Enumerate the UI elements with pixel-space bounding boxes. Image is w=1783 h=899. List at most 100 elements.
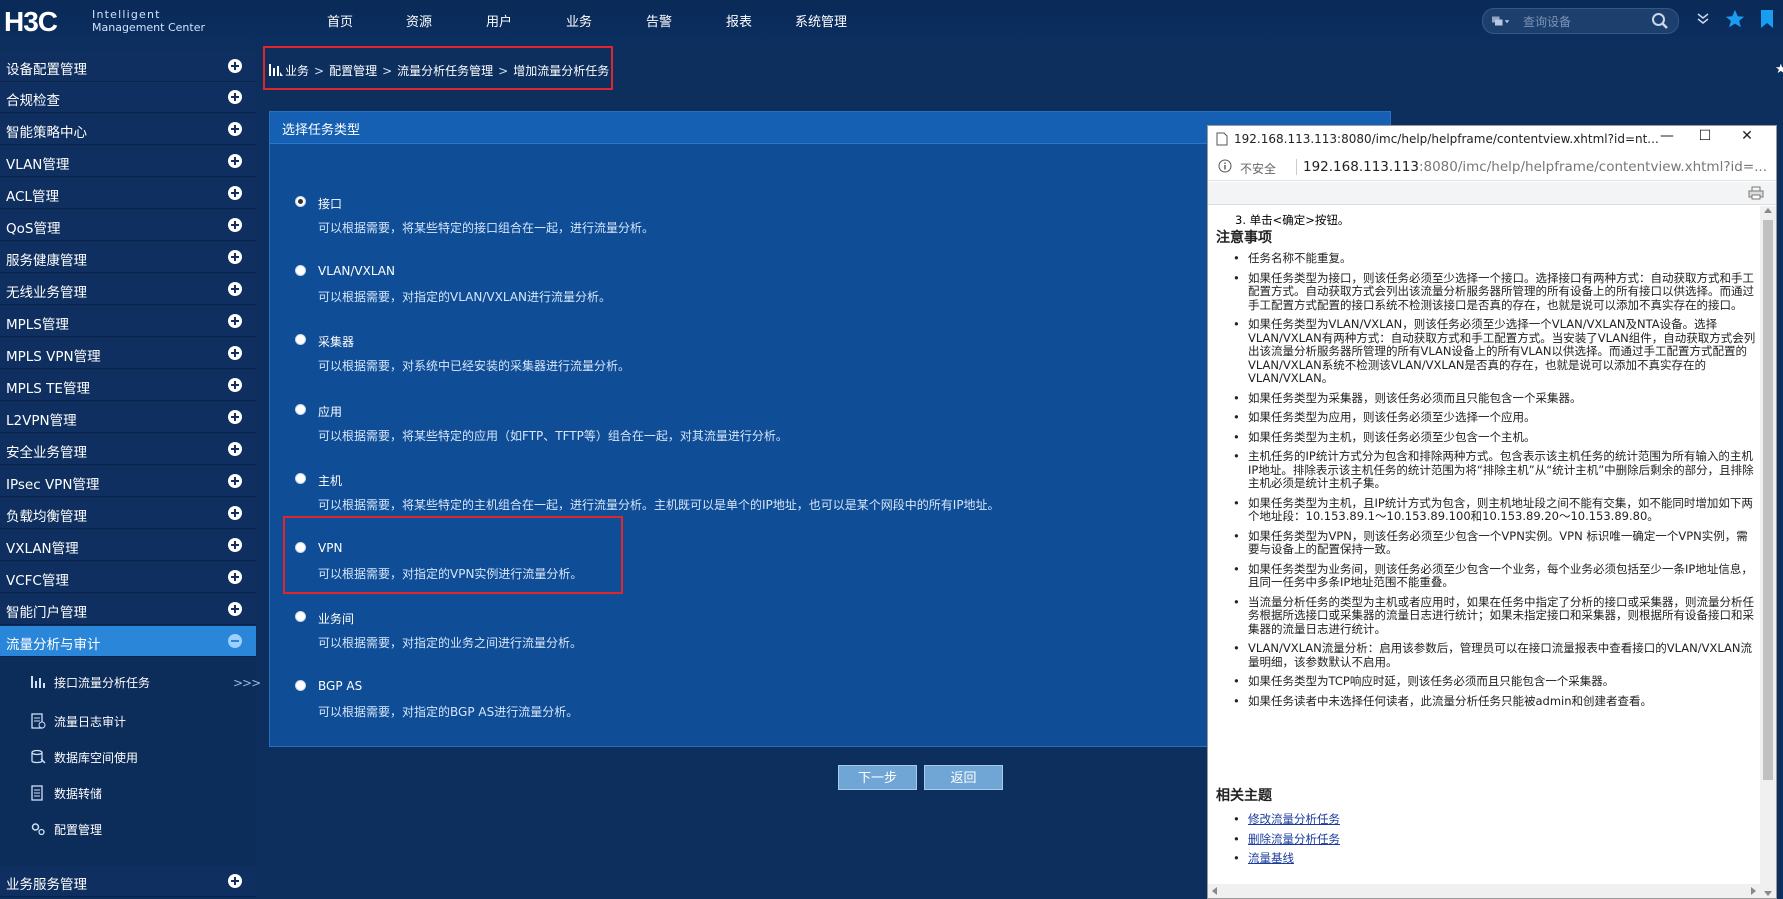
nav-user[interactable]: 用户 [486, 11, 512, 30]
expand-plus-icon[interactable] [228, 874, 242, 888]
print-icon[interactable] [1748, 186, 1764, 200]
expand-plus-icon[interactable] [228, 410, 242, 424]
collapse-minus-icon[interactable] [228, 634, 242, 648]
favorite-star-icon[interactable] [1724, 8, 1746, 30]
maximize-button[interactable]: ☐ [1690, 128, 1720, 150]
expand-plus-icon[interactable] [228, 378, 242, 392]
search-input[interactable] [1521, 12, 1643, 32]
back-button[interactable]: 返回 [924, 765, 1003, 790]
device-dropdown-icon[interactable] [1492, 14, 1510, 28]
sidebar-item-policy-center[interactable]: 智能策略中心 [0, 114, 256, 145]
expand-plus-icon[interactable] [228, 506, 242, 520]
related-item: 流量基线 [1220, 851, 1340, 872]
option-desc: 可以根据需要，对指定的VPN实例进行流量分析。 [318, 567, 583, 581]
expand-plus-icon[interactable] [228, 538, 242, 552]
sidebar-item-mpls-vpn[interactable]: MPLS VPN管理 [0, 338, 256, 369]
sidebar-item-service-health[interactable]: 服务健康管理 [0, 242, 256, 273]
related-link-modify[interactable]: 修改流量分析任务 [1248, 812, 1340, 826]
related-link-delete[interactable]: 删除流量分析任务 [1248, 832, 1340, 846]
info-icon[interactable] [1218, 159, 1232, 173]
breadcrumb: 业务 > 配置管理 > 流量分析任务管理 > 增加流量分析任务 [263, 46, 613, 90]
next-step-button[interactable]: 下一步 [838, 765, 917, 790]
radio-host[interactable] [295, 473, 306, 484]
sidebar-item-traffic-analysis[interactable]: 流量分析与审计 [0, 626, 256, 657]
vertical-scrollbar[interactable] [1760, 206, 1776, 898]
nav-home[interactable]: 首页 [327, 11, 353, 30]
page-favorite-icon[interactable]: ★ [1775, 62, 1783, 77]
scroll-right-arrow[interactable] [1751, 887, 1756, 895]
note-item: 如果任务类型为采集器，则该任务必须而且只能包含一个采集器。 [1220, 391, 1756, 406]
radio-collector[interactable] [295, 334, 306, 345]
expand-plus-icon[interactable] [228, 602, 242, 616]
search-icon[interactable] [1651, 12, 1669, 30]
sidebar-item-compliance[interactable]: 合规检查 [0, 82, 256, 113]
h3c-logo[interactable]: H3C Intelligent Management Center [0, 6, 230, 38]
database-icon [31, 749, 46, 764]
expand-plus-icon[interactable] [228, 314, 242, 328]
sidebar-item-vlan[interactable]: VLAN管理 [0, 146, 256, 177]
expand-plus-icon[interactable] [228, 154, 242, 168]
sidebar-item-mpls-te[interactable]: MPLS TE管理 [0, 370, 256, 401]
breadcrumb-config-mgmt[interactable]: 配置管理 [329, 64, 377, 78]
sidebar-item-l2vpn[interactable]: L2VPN管理 [0, 402, 256, 433]
breadcrumb-current: 增加流量分析任务 [513, 64, 610, 78]
sidebar-item-wireless[interactable]: 无线业务管理 [0, 274, 256, 305]
sidebar-item-vcfc[interactable]: VCFC管理 [0, 562, 256, 593]
sidebar-item-business-service[interactable]: 业务服务管理 [0, 866, 256, 897]
log-icon [31, 713, 46, 729]
sidebar-subitem-label: 接口流量分析任务 [54, 676, 151, 690]
option-desc: 可以根据需要，将某些特定的主机组合在一起，进行流量分析。主机既可以是单个的IP地… [318, 498, 1000, 512]
radio-inter-service[interactable] [295, 611, 306, 622]
sidebar-item-load-balance[interactable]: 负载均衡管理 [0, 498, 256, 529]
sidebar-item-label: VLAN管理 [6, 157, 70, 173]
expand-plus-icon[interactable] [228, 122, 242, 136]
note-item: 如果任务类型为VPN，则该任务必须至少包含一个VPN实例。VPN 标识唯一确定一… [1220, 529, 1756, 557]
breadcrumb-task-mgmt[interactable]: 流量分析任务管理 [397, 64, 493, 78]
scroll-down-arrow[interactable] [1764, 891, 1772, 896]
chevron-down-icon[interactable] [1696, 10, 1710, 28]
sidebar-item-mpls[interactable]: MPLS管理 [0, 306, 256, 337]
address-url[interactable]: 192.168.113.113:8080/imc/help/helpframe/… [1303, 159, 1767, 175]
expand-plus-icon[interactable] [228, 346, 242, 360]
nav-service[interactable]: 业务 [566, 11, 592, 30]
expand-plus-icon[interactable] [228, 442, 242, 456]
expand-plus-icon[interactable] [228, 186, 242, 200]
scroll-thumb[interactable] [1763, 220, 1773, 780]
sidebar-item-device-config[interactable]: 设备配置管理 [0, 51, 256, 82]
scroll-up-arrow[interactable] [1764, 208, 1772, 213]
not-secure-label[interactable]: 不安全 [1240, 160, 1276, 177]
horizontal-scrollbar[interactable] [1208, 884, 1760, 898]
sidebar-item-vxlan[interactable]: VXLAN管理 [0, 530, 256, 561]
close-button[interactable]: ✕ [1732, 128, 1762, 150]
sidebar-item-acl[interactable]: ACL管理 [0, 178, 256, 209]
breadcrumb-service[interactable]: 业务 [285, 64, 309, 78]
expand-plus-icon[interactable] [228, 90, 242, 104]
nav-system[interactable]: 系统管理 [795, 11, 847, 30]
top-bar: H3C Intelligent Management Center 首页 资源 … [0, 0, 1783, 41]
nav-resource[interactable]: 资源 [406, 11, 432, 30]
sidebar-item-label: QoS管理 [6, 221, 61, 237]
radio-application[interactable] [295, 404, 306, 415]
nav-report[interactable]: 报表 [726, 11, 752, 30]
expand-plus-icon[interactable] [228, 250, 242, 264]
bookmark-icon[interactable] [1760, 9, 1774, 29]
radio-interface[interactable] [295, 196, 306, 207]
expand-plus-icon[interactable] [228, 570, 242, 584]
sidebar-item-portal[interactable]: 智能门户管理 [0, 594, 256, 625]
sidebar-item-security[interactable]: 安全业务管理 [0, 434, 256, 465]
sidebar-item-ipsec-vpn[interactable]: IPsec VPN管理 [0, 466, 256, 497]
expand-plus-icon[interactable] [228, 218, 242, 232]
radio-vpn[interactable] [295, 542, 306, 553]
sidebar-item-qos[interactable]: QoS管理 [0, 210, 256, 241]
related-link-baseline[interactable]: 流量基线 [1248, 851, 1294, 865]
minimize-button[interactable]: — [1652, 128, 1682, 150]
submenu-expand-icon[interactable]: >>> [233, 676, 261, 690]
expand-plus-icon[interactable] [228, 59, 242, 73]
radio-vlan-vxlan[interactable] [295, 265, 306, 276]
nav-alarm[interactable]: 告警 [646, 11, 672, 30]
radio-bgp-as[interactable] [295, 680, 306, 691]
scroll-left-arrow[interactable] [1212, 887, 1217, 895]
option-title: BGP AS [318, 679, 363, 693]
expand-plus-icon[interactable] [228, 282, 242, 296]
expand-plus-icon[interactable] [228, 474, 242, 488]
